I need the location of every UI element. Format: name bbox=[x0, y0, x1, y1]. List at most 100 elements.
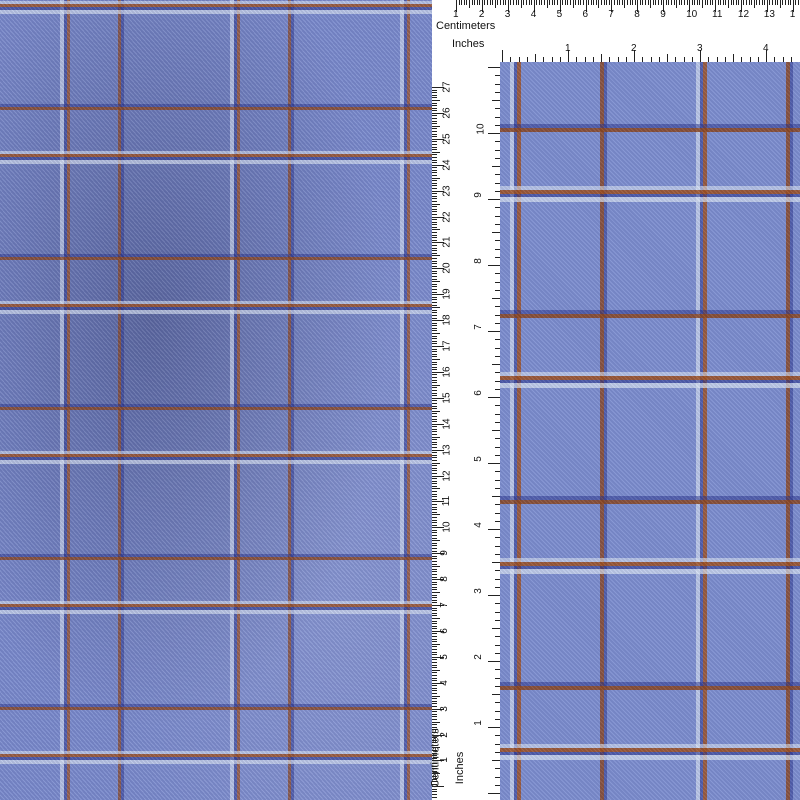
top-cm-tick bbox=[668, 0, 670, 5]
left-cm-tick bbox=[432, 454, 437, 456]
left-cm-tick bbox=[432, 286, 437, 288]
left-cm-tick bbox=[432, 265, 437, 267]
left-cm-tick bbox=[432, 224, 437, 226]
left-inch-tick bbox=[495, 735, 500, 737]
left-cm-number: 3 bbox=[438, 705, 450, 712]
left-cm-tick bbox=[432, 312, 437, 314]
left-inch-tick bbox=[495, 471, 500, 473]
top-cm-tick bbox=[761, 0, 763, 5]
left-cm-tick bbox=[432, 724, 437, 726]
left-cm-number: 5 bbox=[438, 654, 450, 660]
left-cm-tick bbox=[432, 729, 437, 731]
left-cm-tick bbox=[432, 257, 437, 259]
top-cm-tick bbox=[500, 0, 502, 5]
top-cm-tick bbox=[487, 0, 489, 5]
left-cm-tick bbox=[432, 379, 437, 381]
left-cm-tick bbox=[432, 141, 437, 143]
left-cm-tick bbox=[432, 436, 440, 438]
top-cm-tick bbox=[619, 0, 621, 5]
left-inch-number: 10 bbox=[475, 123, 487, 135]
top-cm-tick bbox=[577, 0, 579, 5]
left-cm-tick bbox=[432, 299, 437, 301]
left-cm-tick bbox=[432, 128, 437, 130]
left-inch-tick bbox=[495, 619, 500, 621]
left-cm-tick bbox=[432, 620, 437, 622]
left-cm-number: 26 bbox=[441, 107, 453, 119]
left-cm-tick bbox=[432, 563, 437, 565]
left-cm-number: 4 bbox=[438, 679, 450, 686]
left-cm-tick bbox=[432, 485, 437, 487]
left-cm-tick bbox=[432, 421, 437, 423]
left-inch-tick bbox=[492, 562, 500, 563]
top-cm-tick bbox=[764, 0, 766, 5]
left-cm-tick bbox=[432, 276, 437, 278]
left-cm-tick bbox=[432, 340, 437, 342]
top-cm-tick bbox=[471, 0, 473, 5]
left-cm-tick bbox=[432, 402, 437, 404]
top-cm-tick bbox=[738, 0, 740, 5]
left-cm-tick bbox=[432, 467, 437, 469]
left-cm-tick bbox=[432, 415, 437, 417]
top-inch-tick bbox=[749, 57, 751, 62]
left-inch-tick bbox=[488, 661, 500, 662]
left-cm-tick bbox=[432, 607, 437, 609]
top-cm-tick bbox=[461, 0, 463, 5]
left-cm-tick bbox=[432, 628, 437, 630]
left-cm-tick bbox=[432, 511, 437, 513]
top-inch-tick bbox=[675, 57, 677, 62]
top-inch-tick bbox=[609, 57, 611, 62]
top-cm-tick bbox=[709, 0, 711, 5]
left-inch-tick bbox=[495, 570, 500, 572]
left-cm-tick bbox=[432, 172, 437, 174]
left-cm-number: 6 bbox=[438, 628, 450, 634]
top-cm-tick bbox=[696, 0, 698, 5]
left-cm-tick bbox=[432, 118, 437, 120]
left-cm-tick bbox=[432, 149, 437, 151]
top-inch-tick bbox=[733, 54, 734, 62]
left-inch-tick bbox=[495, 347, 500, 349]
top-cm-tick bbox=[746, 0, 748, 5]
left-cm-tick bbox=[432, 229, 440, 231]
top-cm-tick bbox=[702, 0, 704, 8]
left-cm-number: 18 bbox=[441, 314, 453, 326]
left-cm-tick bbox=[432, 392, 437, 394]
left-inch-tick bbox=[495, 669, 500, 671]
left-cm-tick bbox=[432, 744, 437, 746]
left-cm-number: 23 bbox=[441, 185, 453, 197]
left-cm-tick bbox=[432, 237, 437, 239]
left-cm-tick bbox=[432, 641, 437, 643]
top-inch-tick bbox=[683, 57, 685, 62]
left-cm-tick bbox=[432, 232, 437, 234]
left-cm-tick bbox=[432, 480, 437, 482]
left-inch-tick bbox=[495, 240, 500, 242]
top-cm-tick bbox=[769, 0, 771, 5]
left-cm-tick bbox=[432, 548, 437, 550]
left-cm-tick bbox=[432, 182, 437, 184]
top-cm-tick bbox=[518, 0, 520, 5]
top-cm-tick bbox=[670, 0, 672, 5]
top-cm-tick bbox=[678, 0, 680, 5]
top-cm-tick bbox=[655, 0, 657, 5]
top-cm-tick bbox=[632, 0, 634, 5]
top-cm-tick bbox=[525, 0, 527, 5]
left-cm-tick bbox=[432, 778, 437, 780]
left-cm-tick bbox=[432, 680, 437, 682]
left-cm-tick bbox=[432, 239, 437, 241]
left-cm-tick bbox=[432, 643, 440, 645]
top-cm-tick bbox=[683, 0, 685, 5]
top-cm-tick bbox=[771, 0, 773, 5]
left-inch-number: 1 bbox=[472, 720, 484, 726]
left-inch-tick bbox=[495, 652, 500, 654]
top-cm-tick bbox=[790, 0, 792, 5]
left-cm-tick bbox=[432, 154, 437, 156]
left-cm-tick bbox=[432, 413, 437, 415]
left-cm-tick bbox=[432, 700, 437, 702]
top-cm-tick bbox=[484, 0, 486, 5]
left-cm-tick bbox=[432, 592, 440, 594]
left-inch-number: 8 bbox=[472, 258, 484, 264]
top-inch-tick bbox=[584, 57, 586, 62]
top-inch-tick bbox=[716, 57, 718, 62]
left-cm-number: 2 bbox=[438, 731, 450, 738]
left-cm-tick bbox=[432, 431, 437, 433]
top-cm-tick bbox=[626, 0, 628, 5]
